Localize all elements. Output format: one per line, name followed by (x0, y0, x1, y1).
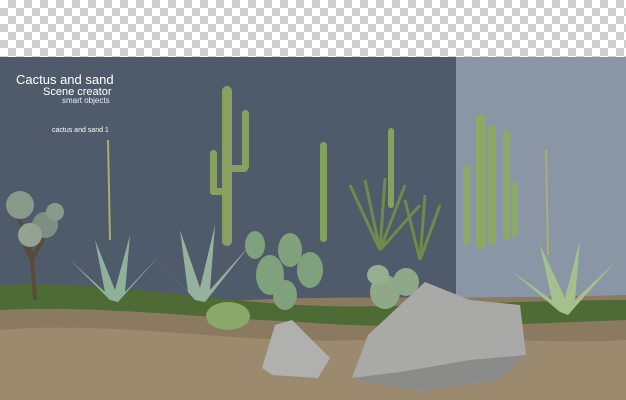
desert-scene-illustration (0, 86, 626, 400)
scene-caption: cactus and sand 1 (52, 127, 109, 134)
saguaro-cluster-right (463, 114, 518, 249)
tree-cactus-left (6, 191, 64, 301)
scene-title: Cactus and sand (16, 72, 114, 87)
barrel-cactus (206, 302, 250, 330)
saguaro-cactus-center (210, 86, 249, 246)
yucca-cluster (348, 177, 442, 261)
column-cactus (388, 128, 394, 208)
scene-tagline: smart objects (62, 96, 110, 105)
column-cactus (320, 142, 327, 242)
flower-stalk (545, 149, 549, 256)
flower-stalk (107, 139, 111, 241)
agave-center (150, 225, 250, 302)
barrel-cactus (367, 265, 389, 285)
